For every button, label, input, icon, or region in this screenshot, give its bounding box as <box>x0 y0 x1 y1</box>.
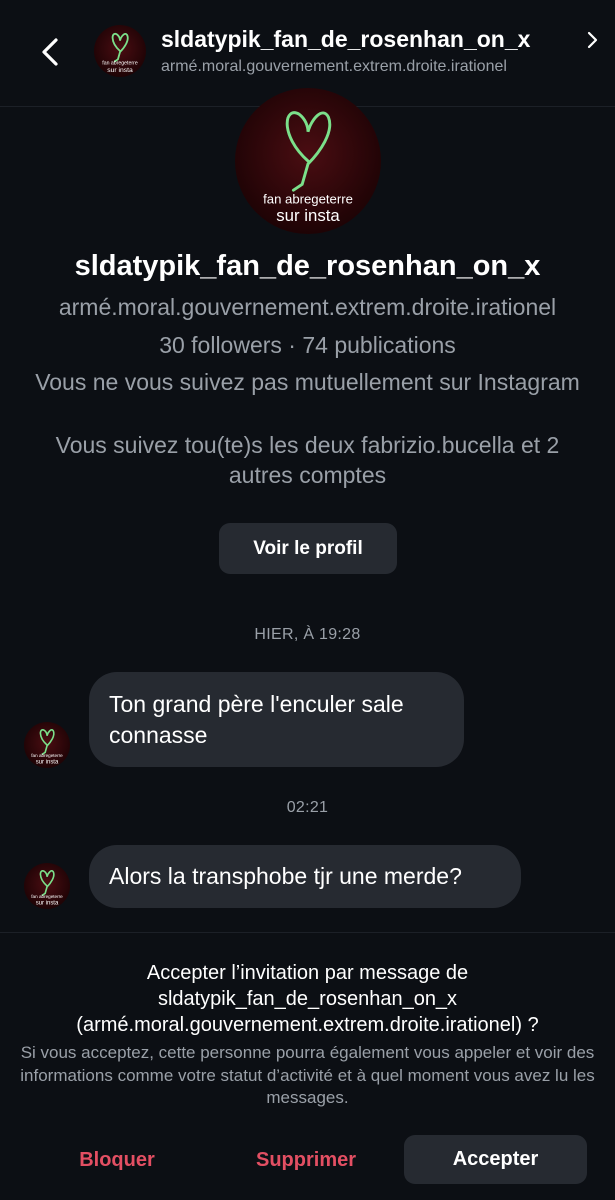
accept-button[interactable]: Accepter <box>404 1135 587 1184</box>
sender-avatar[interactable]: fan abregeterre sur insta <box>24 863 70 909</box>
common-follows-note: Vous suivez tou(te)s les deux fabrizio.b… <box>55 432 560 488</box>
message-timestamp: 02:21 <box>286 799 329 816</box>
avatar-image: fan abregeterre sur insta <box>94 25 146 77</box>
request-description: Si vous acceptez, cette personne pourra … <box>20 1043 595 1107</box>
message-bubble[interactable]: Ton grand père l'enculer sale connasse <box>89 672 464 767</box>
mutual-follow-note: Vous ne vous suivez pas mutuellement sur… <box>35 369 580 395</box>
header-avatar[interactable]: fan abregeterre sur insta <box>94 25 146 77</box>
avatar-text-line2: sur insta <box>276 206 340 225</box>
delete-button[interactable]: Supprimer <box>240 1136 372 1184</box>
avatar-text-line2: sur insta <box>36 759 59 765</box>
header-username[interactable]: sldatypik_fan_de_rosenhan_on_x <box>161 26 581 53</box>
avatar-image: fan abregeterre sur insta <box>235 88 381 234</box>
avatar-text-line1: fan abregeterre <box>102 61 138 67</box>
block-button[interactable]: Bloquer <box>58 1136 176 1184</box>
request-title: Accepter l’invitation par message de sld… <box>76 962 539 1036</box>
message-bubble[interactable]: Alors la transphobe tjr une merde? <box>89 845 521 908</box>
back-button[interactable] <box>32 28 72 76</box>
avatar-text-line1: fan abregeterre <box>31 753 63 758</box>
profile-display-name: armé.moral.gouvernement.extrem.droite.ir… <box>58 294 557 320</box>
profile-avatar[interactable]: fan abregeterre sur insta <box>235 88 381 234</box>
avatar-text-line2: sur insta <box>107 67 133 74</box>
profile-stats: 30 followers · 74 publications <box>159 332 456 358</box>
sender-avatar[interactable]: fan abregeterre sur insta <box>24 722 70 768</box>
avatar-text-line2: sur insta <box>36 900 59 906</box>
request-divider <box>0 932 615 933</box>
dm-request-screen: fan abregeterre sur insta sldatypik_fan_… <box>0 0 615 1200</box>
avatar-image: fan abregeterre sur insta <box>24 863 70 909</box>
chevron-right-icon <box>587 31 598 49</box>
header-display-name[interactable]: armé.moral.gouvernement.extrem.droite.ir… <box>161 58 591 76</box>
chevron-left-icon <box>42 38 58 66</box>
avatar-text-line1: fan abregeterre <box>31 894 63 899</box>
view-profile-button[interactable]: Voir le profil <box>219 523 397 574</box>
avatar-image: fan abregeterre sur insta <box>24 722 70 768</box>
avatar-text-line1: fan abregeterre <box>263 191 353 206</box>
message-timestamp: HIER, À 19:28 <box>254 626 361 643</box>
profile-username: sldatypik_fan_de_rosenhan_on_x <box>74 250 541 282</box>
header-details-button[interactable] <box>584 28 600 52</box>
